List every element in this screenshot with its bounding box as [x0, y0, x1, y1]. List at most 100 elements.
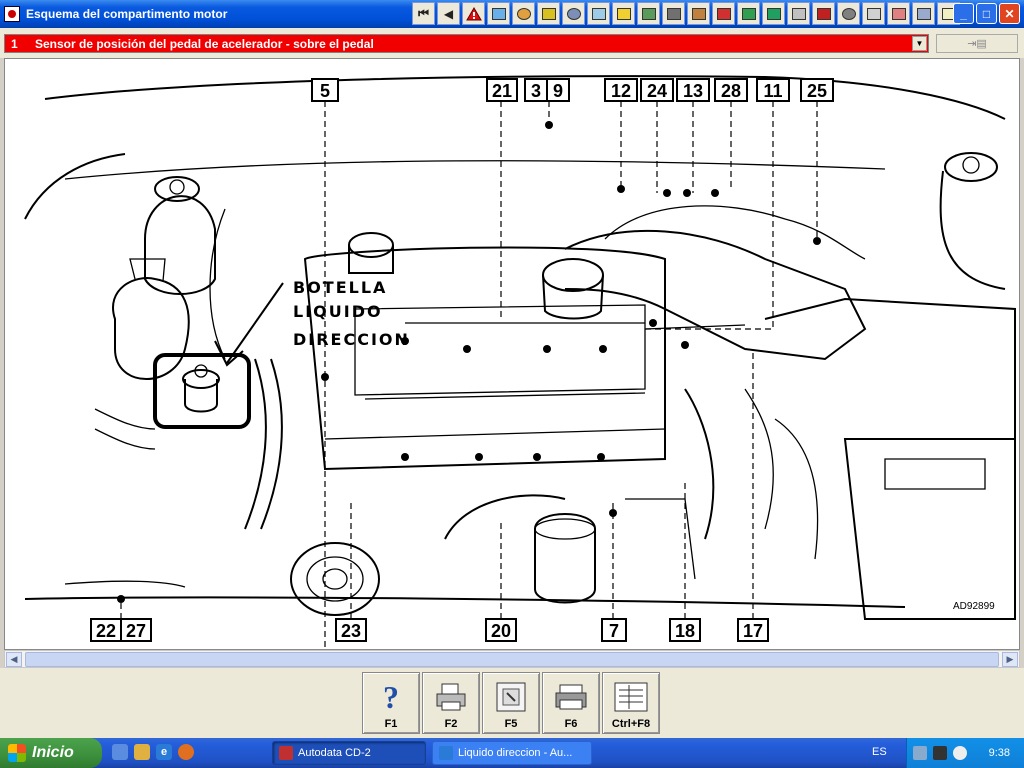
system-tray: 9:38 [906, 738, 1024, 768]
start-button[interactable]: Inicio [0, 738, 102, 768]
svg-text:28: 28 [721, 81, 741, 101]
horizontal-scrollbar[interactable]: ◀ ▶ [4, 650, 1020, 668]
clock: 9:38 [988, 747, 1010, 759]
callout-17: 17 [737, 618, 769, 642]
print-preview-button[interactable]: F6 [542, 672, 600, 734]
print-button[interactable]: F2 [422, 672, 480, 734]
reference-code: AD92899 [953, 601, 995, 612]
task-liquido-direccion-label: Liquido direccion - Au... [458, 747, 573, 759]
calendar-icon[interactable] [662, 2, 685, 25]
function-bar: ? F1 F2 F5 F6 Ctrl+F8 [0, 668, 1024, 738]
tool-icon[interactable] [587, 2, 610, 25]
callout-5: 5 [311, 78, 339, 102]
callout-28: 28 [714, 78, 748, 102]
svg-text:7: 7 [609, 621, 619, 641]
media-player-icon[interactable] [178, 744, 194, 760]
list-icon [613, 680, 649, 714]
callout-21: 21 [486, 78, 518, 102]
book-icon[interactable] [762, 2, 785, 25]
brakes-icon[interactable] [812, 2, 835, 25]
svg-text:27: 27 [126, 621, 146, 641]
svg-text:17: 17 [743, 621, 763, 641]
battery-icon[interactable] [612, 2, 635, 25]
explorer-icon[interactable] [134, 744, 150, 760]
annotation-line-2: LIQUIDO [293, 302, 383, 321]
diagram-pane: BOTELLA LIQUIDO DIRECCION 5 21 3 9 12 24… [4, 58, 1020, 650]
document-button-label: F5 [504, 718, 518, 730]
electrics-icon[interactable] [737, 2, 760, 25]
selector-label: Sensor de posición del pedal de acelerad… [35, 36, 374, 51]
engine-icon[interactable] [637, 2, 660, 25]
svg-text:22: 22 [96, 621, 116, 641]
document-button[interactable]: F5 [482, 672, 540, 734]
svg-text:23: 23 [341, 621, 361, 641]
language-indicator[interactable]: ES [872, 746, 887, 758]
antivirus-icon[interactable] [933, 746, 947, 760]
car-icon[interactable] [912, 2, 935, 25]
autodata-icon [279, 746, 293, 760]
windows-logo-icon [8, 744, 26, 762]
taskbar: Inicio e Autodata CD-2 Liquido direccion… [0, 738, 1024, 768]
ignition-icon[interactable] [537, 2, 560, 25]
help-icon: ? [378, 680, 404, 714]
wheel-icon[interactable] [562, 2, 585, 25]
task-liquido-direccion[interactable]: Liquido direccion - Au... [432, 741, 592, 765]
chevron-down-icon[interactable]: ▼ [912, 36, 927, 51]
volume-icon[interactable] [953, 746, 967, 760]
app-icon [4, 6, 20, 22]
callout-25: 25 [800, 78, 834, 102]
callout-24: 24 [640, 78, 674, 102]
svg-text:24: 24 [647, 81, 667, 101]
belt-icon[interactable] [687, 2, 710, 25]
svg-text:?: ? [383, 680, 399, 714]
repair-icon[interactable] [862, 2, 885, 25]
quick-launch: e [112, 744, 194, 760]
help-button-label: F1 [384, 718, 398, 730]
svg-text:18: 18 [675, 621, 695, 641]
steering-icon[interactable] [837, 2, 860, 25]
callout-9: 9 [546, 78, 570, 102]
document-icon [494, 680, 528, 714]
scroll-right-icon[interactable]: ▶ [1002, 652, 1018, 667]
warning-icon[interactable] [462, 2, 485, 25]
task-autodata-label: Autodata CD-2 [298, 747, 371, 759]
svg-text:25: 25 [807, 81, 827, 101]
tuning-icon[interactable] [512, 2, 535, 25]
first-record-icon[interactable]: ⏮ [412, 2, 435, 25]
svg-text:9: 9 [553, 81, 563, 101]
callout-23: 23 [335, 618, 367, 642]
gauge-icon[interactable] [787, 2, 810, 25]
fuel-icon[interactable] [487, 2, 510, 25]
desktop-icon[interactable] [112, 744, 128, 760]
print-preview-button-label: F6 [564, 718, 578, 730]
svg-text:3: 3 [531, 81, 541, 101]
previous-record-icon[interactable]: ◀ [437, 2, 460, 25]
svg-text:5: 5 [320, 81, 330, 101]
maximize-button[interactable]: □ [976, 3, 997, 24]
jump-to-button[interactable]: ⇥▤ [936, 34, 1018, 53]
svg-text:20: 20 [491, 621, 511, 641]
selector-row: 1 Sensor de posición del pedal de aceler… [0, 28, 1024, 58]
print-button-label: F2 [444, 718, 458, 730]
callout-13: 13 [676, 78, 710, 102]
list-button[interactable]: Ctrl+F8 [602, 672, 660, 734]
callout-18: 18 [669, 618, 701, 642]
toolbar: ⏮ ◀ [412, 2, 960, 25]
svg-text:12: 12 [611, 81, 631, 101]
start-label: Inicio [32, 744, 74, 761]
network-icon[interactable] [913, 746, 927, 760]
callout-7: 7 [601, 618, 627, 642]
diagnostic-icon[interactable] [712, 2, 735, 25]
task-autodata[interactable]: Autodata CD-2 [272, 741, 426, 765]
spark-icon[interactable] [887, 2, 910, 25]
minimize-button[interactable]: _ [953, 3, 974, 24]
svg-text:13: 13 [683, 81, 703, 101]
component-selector[interactable]: 1 Sensor de posición del pedal de aceler… [4, 34, 929, 53]
help-button[interactable]: ? F1 [362, 672, 420, 734]
window-title: Esquema del compartimento motor [26, 7, 228, 21]
scrollbar-thumb[interactable] [25, 652, 999, 667]
scroll-left-icon[interactable]: ◀ [6, 652, 22, 667]
close-button[interactable]: ✕ [999, 3, 1020, 24]
internet-explorer-icon[interactable]: e [156, 744, 172, 760]
print-preview-icon [554, 680, 588, 714]
